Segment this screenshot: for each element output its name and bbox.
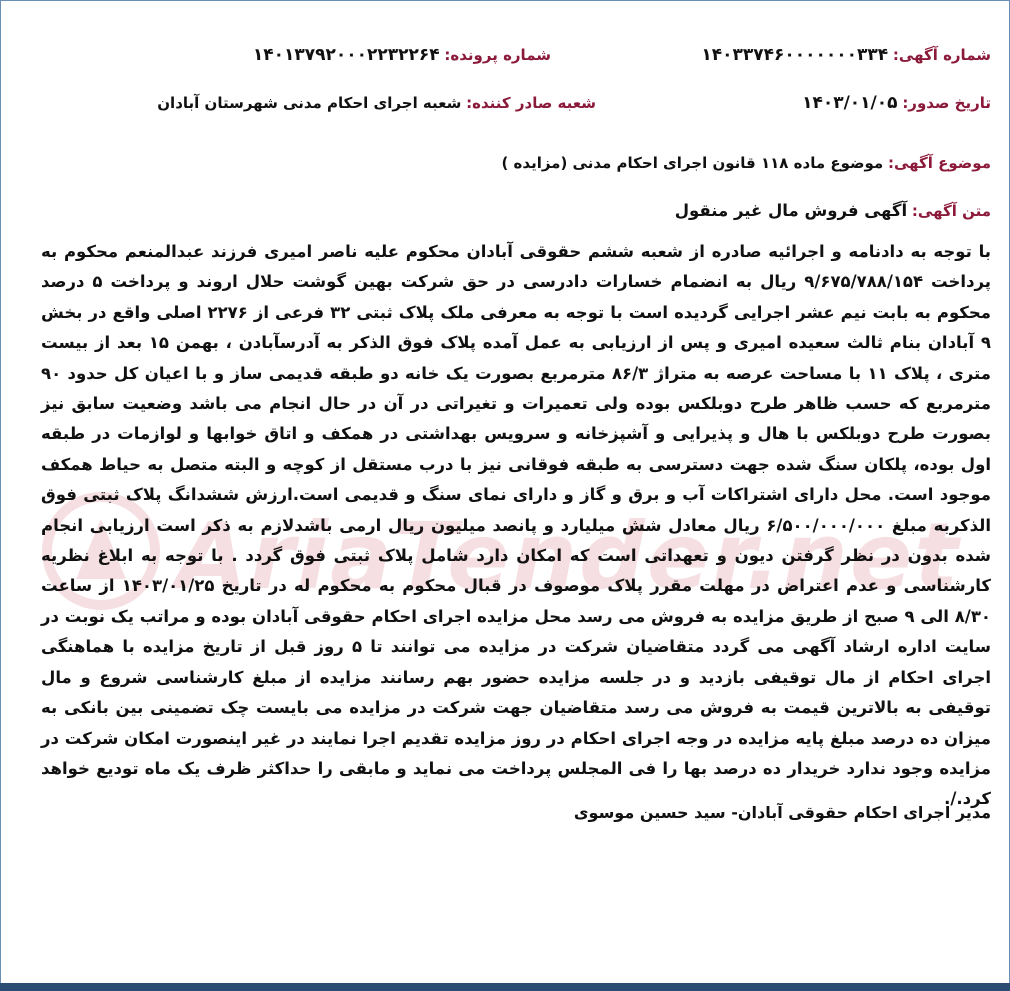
ad-number-label: شماره آگهی: [892,46,991,64]
header-row-date-issuer: تاریخ صدور: ۱۴۰۳/۰۱/۰۵ شعبه صادر کننده: … [41,91,991,121]
signature: مدیر اجرای احکام حقوقی آبادان- سید حسین … [573,803,991,822]
subject-row: موضوع آگهی: موضوع ماده ۱۱۸ قانون اجرای ا… [41,151,991,181]
subject: موضوع آگهی: موضوع ماده ۱۱۸ قانون اجرای ا… [501,151,991,175]
text-title-value: آگهی فروش مال غیر منقول [674,201,908,220]
issuer: شعبه صادر کننده: شعبه اجرای احکام مدنی ش… [157,91,596,115]
issue-date: تاریخ صدور: ۱۴۰۳/۰۱/۰۵ [802,91,991,115]
issue-date-value: ۱۴۰۳/۰۱/۰۵ [802,93,898,113]
text-label: متن آگهی: [911,202,991,220]
case-number-value: ۱۴۰۱۳۷۹۲۰۰۰۲۲۳۲۲۶۴ [252,45,440,65]
ad-number-value: ۱۴۰۳۳۷۴۶۰۰۰۰۰۰۰۳۳۴ [701,45,889,65]
case-number-label: شماره پرونده: [444,46,551,64]
text-title: متن آگهی: آگهی فروش مال غیر منقول [675,199,991,223]
document-frame: AriaTender.net شماره آگهی: ۱۴۰۳۳۷۴۶۰۰۰۰۰… [0,0,1010,984]
notice-body: با توجه به دادنامه و اجرائیه صادره از شع… [41,242,992,809]
ad-number: شماره آگهی: ۱۴۰۳۳۷۴۶۰۰۰۰۰۰۰۳۳۴ [701,43,991,67]
text-title-row: متن آگهی: آگهی فروش مال غیر منقول [41,199,991,229]
bottom-bar [0,983,1010,991]
issue-date-label: تاریخ صدور: [902,94,991,112]
header-row-numbers: شماره آگهی: ۱۴۰۳۳۷۴۶۰۰۰۰۰۰۰۳۳۴ شماره پرو… [41,43,991,73]
issuer-value: شعبه اجرای احکام مدنی شهرستان آبادان [157,94,462,112]
subject-value: موضوع ماده ۱۱۸ قانون اجرای احکام مدنی (م… [501,154,884,172]
issuer-label: شعبه صادر کننده: [466,94,596,112]
case-number: شماره پرونده: ۱۴۰۱۳۷۹۲۰۰۰۲۲۳۲۲۶۴ [253,43,551,67]
subject-label: موضوع آگهی: [887,154,991,172]
